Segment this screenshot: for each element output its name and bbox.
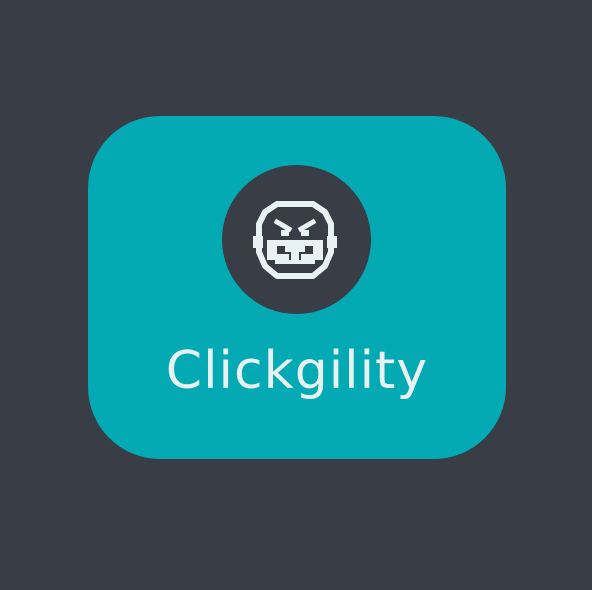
brand-name: Clickgility xyxy=(165,341,429,401)
angry-robot-face-icon xyxy=(253,201,337,279)
logo-canvas: Clickgility xyxy=(0,0,592,590)
